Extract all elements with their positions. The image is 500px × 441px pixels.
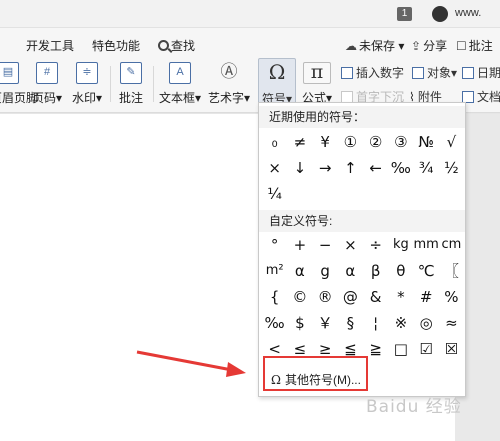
arrow-shaft	[136, 350, 233, 372]
red-arrow	[136, 350, 246, 377]
arrow-head	[226, 362, 246, 377]
baidu-watermark: Baidu 经验	[366, 397, 462, 417]
